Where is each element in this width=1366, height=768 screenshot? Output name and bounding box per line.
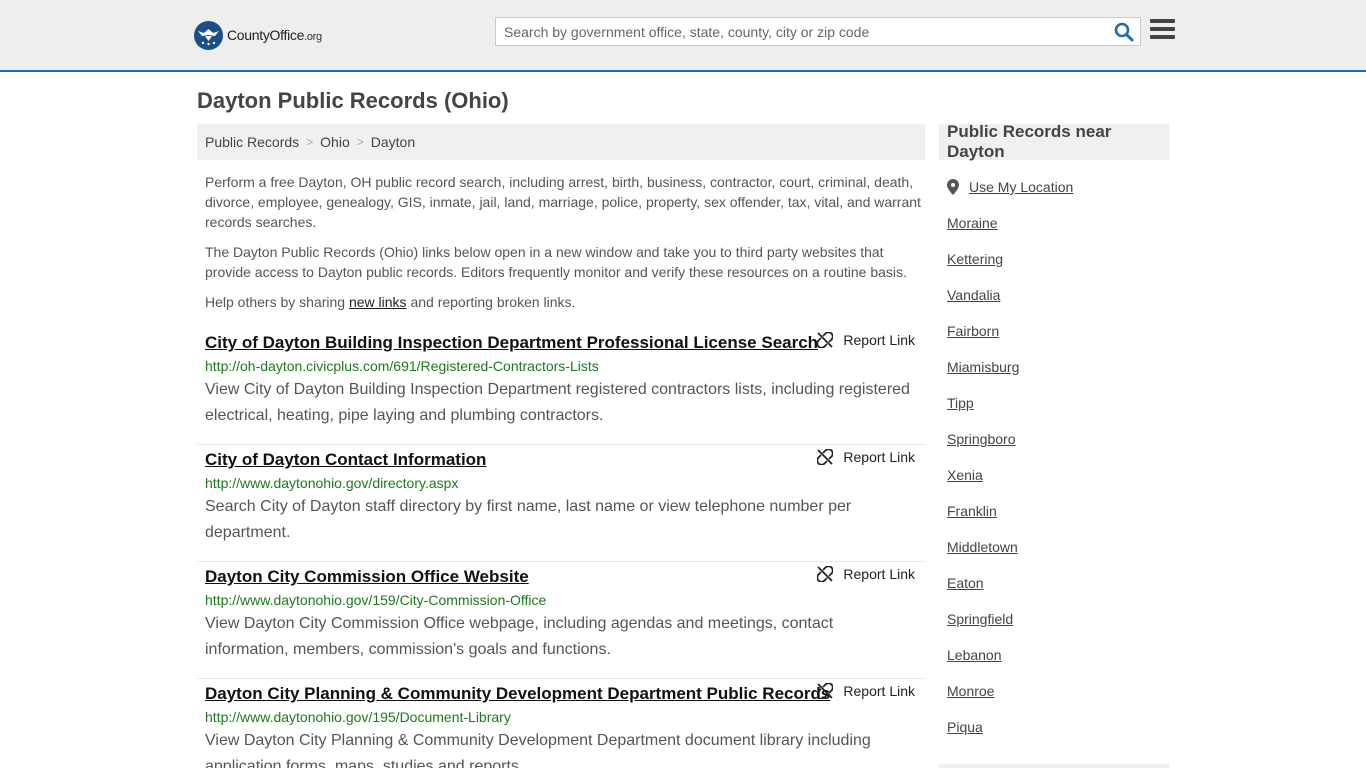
search-icon[interactable] <box>1114 22 1134 42</box>
city-link-fairborn[interactable]: Fairborn <box>947 306 1167 342</box>
breadcrumb: Public Records > Ohio > Dayton <box>197 124 925 160</box>
result-item: Dayton City Planning & Community Develop… <box>197 679 925 768</box>
broken-link-icon <box>817 332 834 348</box>
city-link-springboro[interactable]: Springboro <box>947 414 1167 450</box>
site-logo[interactable]: CountyOffice.org <box>194 20 322 50</box>
chevron-right-icon: > <box>306 135 314 149</box>
city-link-springfield[interactable]: Springfield <box>947 594 1167 630</box>
report-link-button[interactable]: Report Link <box>817 683 915 699</box>
city-link-piqua[interactable]: Piqua <box>947 702 1167 738</box>
results-list: City of Dayton Building Inspection Depar… <box>197 328 925 768</box>
result-item: City of Dayton Building Inspection Depar… <box>197 328 925 445</box>
intro-text: Perform a free Dayton, OH public record … <box>205 172 921 322</box>
hamburger-menu-icon[interactable] <box>1150 19 1175 41</box>
intro-paragraph-1: Perform a free Dayton, OH public record … <box>205 174 921 230</box>
broken-link-icon <box>817 566 834 582</box>
page-title: Dayton Public Records (Ohio) <box>197 88 509 113</box>
result-title-link[interactable]: Dayton City Commission Office Website <box>205 566 529 588</box>
new-links-link[interactable]: new links <box>349 294 407 310</box>
broken-link-icon <box>817 449 834 465</box>
city-link-tipp[interactable]: Tipp <box>947 378 1167 414</box>
city-link-lebanon[interactable]: Lebanon <box>947 630 1167 666</box>
sidebar-heading: Public Records near Dayton <box>939 122 1169 161</box>
result-item: City of Dayton Contact Information Repor… <box>197 445 925 562</box>
result-url: http://oh-dayton.civicplus.com/691/Regis… <box>205 358 599 374</box>
result-title-link[interactable]: City of Dayton Building Inspection Depar… <box>205 332 818 354</box>
report-link-button[interactable]: Report Link <box>817 332 915 348</box>
result-title-link[interactable]: City of Dayton Contact Information <box>205 449 486 471</box>
result-url: http://www.daytonohio.gov/directory.aspx <box>205 475 459 491</box>
city-link-middletown[interactable]: Middletown <box>947 522 1167 558</box>
city-link-franklin[interactable]: Franklin <box>947 486 1167 522</box>
map-pin-icon <box>947 179 959 195</box>
city-link-xenia[interactable]: Xenia <box>947 450 1167 486</box>
broken-link-icon <box>817 683 834 699</box>
city-link-miamisburg[interactable]: Miamisburg <box>947 342 1167 378</box>
sidebar-footer-panel <box>939 764 1169 768</box>
result-item: Dayton City Commission Office Website Re… <box>197 562 925 679</box>
city-link-kettering[interactable]: Kettering <box>947 234 1167 270</box>
result-description: View City of Dayton Building Inspection … <box>205 381 910 424</box>
breadcrumb-dayton[interactable]: Dayton <box>371 134 415 150</box>
search-input[interactable] <box>496 18 1096 45</box>
result-description: Search City of Dayton staff directory by… <box>205 498 852 541</box>
chevron-right-icon: > <box>356 135 364 149</box>
eagle-logo-icon <box>194 20 223 50</box>
city-link-monroe[interactable]: Monroe <box>947 666 1167 702</box>
intro-paragraph-3: Help others by sharing new links and rep… <box>205 294 576 310</box>
city-link-eaton[interactable]: Eaton <box>947 558 1167 594</box>
report-link-button[interactable]: Report Link <box>817 566 915 582</box>
search-bar <box>495 17 1141 46</box>
result-title-link[interactable]: Dayton City Planning & Community Develop… <box>205 683 830 705</box>
nearby-cities-list: Use My Location Moraine Kettering Vandal… <box>947 176 1167 738</box>
report-link-button[interactable]: Report Link <box>817 449 915 465</box>
site-header: CountyOffice.org <box>0 0 1366 72</box>
result-url: http://www.daytonohio.gov/195/Document-L… <box>205 709 511 725</box>
intro-paragraph-2: The Dayton Public Records (Ohio) links b… <box>205 244 907 280</box>
city-link-vandalia[interactable]: Vandalia <box>947 270 1167 306</box>
breadcrumb-public-records[interactable]: Public Records <box>205 134 299 150</box>
city-link-moraine[interactable]: Moraine <box>947 198 1167 234</box>
breadcrumb-ohio[interactable]: Ohio <box>320 134 350 150</box>
use-my-location-link[interactable]: Use My Location <box>969 179 1073 195</box>
logo-text: CountyOffice.org <box>227 27 322 43</box>
result-url: http://www.daytonohio.gov/159/City-Commi… <box>205 592 547 608</box>
result-description: View Dayton City Commission Office webpa… <box>205 615 834 658</box>
use-location-row[interactable]: Use My Location <box>947 176 1167 198</box>
result-description: View Dayton City Planning & Community De… <box>205 732 871 768</box>
